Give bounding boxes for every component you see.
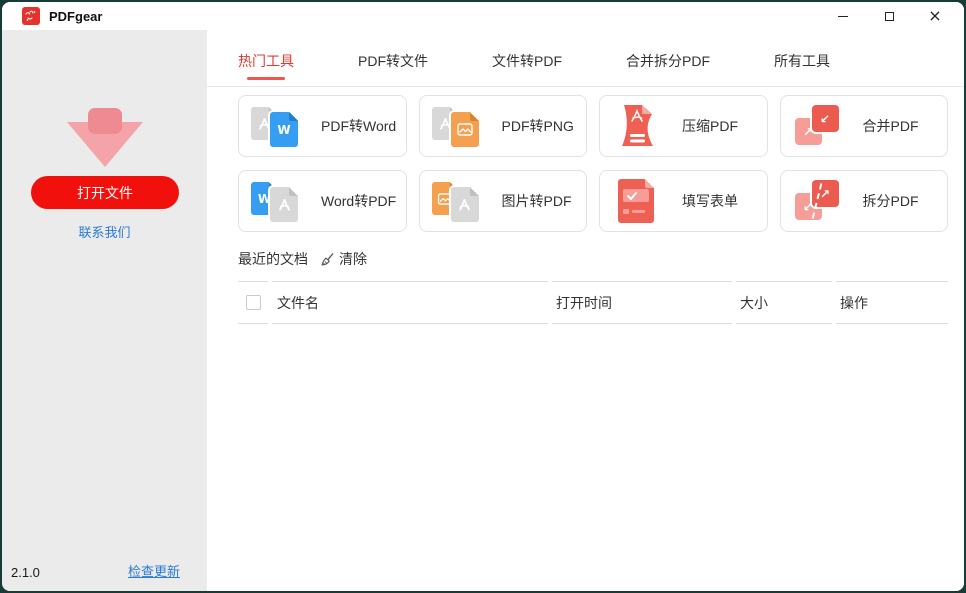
tool-card-split-pdf[interactable]: ↙ ↗ 拆分PDF <box>779 170 948 232</box>
pdf-to-png-icon <box>431 103 482 149</box>
clear-recent-label: 清除 <box>339 251 367 267</box>
column-header-open-time: 打开时间 <box>552 281 732 324</box>
pdf-to-word-icon: W <box>251 103 301 149</box>
tool-card-pdf-to-word[interactable]: W PDF转Word <box>238 95 407 157</box>
word-to-pdf-icon: W <box>251 178 301 224</box>
tool-card-label: PDF转Word <box>321 118 397 134</box>
select-all-checkbox[interactable] <box>245 295 261 310</box>
tool-card-fill-form[interactable]: 填写表单 <box>599 170 768 232</box>
tool-card-label: 图片转PDF <box>501 193 572 209</box>
tool-card-word-to-pdf[interactable]: W Word转PDF <box>238 170 407 232</box>
download-arrow-icon <box>2 108 207 170</box>
minimize-button[interactable] <box>820 2 866 30</box>
recent-docs-row: 最近的文档 清除 <box>238 249 964 269</box>
tab-merge-split-pdf[interactable]: 合并拆分PDF <box>626 51 710 86</box>
column-header-action: 操作 <box>836 281 948 324</box>
app-logo-icon <box>22 7 40 25</box>
window-controls: × <box>820 2 958 30</box>
check-update-link[interactable]: 检查更新 <box>128 561 180 580</box>
recent-docs-table-header: 文件名 打开时间 大小 操作 <box>238 281 948 324</box>
recent-docs-title: 最近的文档 <box>238 251 308 267</box>
open-file-button[interactable]: 打开文件 <box>31 176 179 209</box>
tool-card-label: 合并PDF <box>862 118 919 134</box>
minimize-icon <box>838 15 848 17</box>
tab-hot-tools[interactable]: 热门工具 <box>238 51 294 86</box>
maximize-icon <box>884 11 894 21</box>
tool-card-label: Word转PDF <box>321 193 397 209</box>
tab-pdf-to-file[interactable]: PDF转文件 <box>358 51 428 86</box>
maximize-button[interactable] <box>866 2 912 30</box>
app-title: PDFgear <box>49 8 103 24</box>
image-to-pdf-icon <box>431 178 482 224</box>
sidebar: 打开文件 联系我们 2.1.0 检查更新 <box>2 30 207 591</box>
tool-card-pdf-to-png[interactable]: PDF转PNG <box>418 95 587 157</box>
tool-card-image-to-pdf[interactable]: 图片转PDF <box>418 170 587 232</box>
column-header-filename: 文件名 <box>272 281 548 324</box>
contact-us-link[interactable]: 联系我们 <box>2 222 207 241</box>
title-bar: PDFgear × <box>2 2 964 30</box>
tool-card-label: 填写表单 <box>682 193 738 209</box>
compress-pdf-icon <box>612 103 662 149</box>
merge-pdf-icon: ↗ ↙ <box>793 103 843 149</box>
clear-recent-button[interactable]: 清除 <box>320 249 367 269</box>
tab-all-tools[interactable]: 所有工具 <box>774 51 830 86</box>
close-icon: × <box>928 6 942 25</box>
tool-card-label: PDF转PNG <box>501 118 574 134</box>
tool-card-label: 压缩PDF <box>682 118 738 134</box>
tool-card-compress-pdf[interactable]: 压缩PDF <box>599 95 768 157</box>
version-label: 2.1.0 <box>11 565 40 580</box>
tool-card-merge-pdf[interactable]: ↗ ↙ 合并PDF <box>779 95 948 157</box>
split-pdf-icon: ↙ ↗ <box>793 178 843 224</box>
column-header-size: 大小 <box>736 281 832 324</box>
tab-file-to-pdf[interactable]: 文件转PDF <box>492 51 562 86</box>
broom-icon <box>320 252 335 267</box>
main-panel: 热门工具 PDF转文件 文件转PDF 合并拆分PDF 所有工具 W PDF转Wo… <box>207 30 964 591</box>
tool-tabs: 热门工具 PDF转文件 文件转PDF 合并拆分PDF 所有工具 <box>207 30 964 87</box>
close-button[interactable]: × <box>912 2 958 30</box>
app-window: PDFgear × 打开文件 联系我们 2.1.0 检查更新 热门工具 PDF转… <box>2 2 964 591</box>
tool-card-label: 拆分PDF <box>862 193 919 209</box>
fill-form-icon <box>612 178 662 224</box>
tool-card-grid: W PDF转Word PDF转PNG 压缩PDF ↗ ↙ 合并PDF W Wor… <box>238 95 948 232</box>
